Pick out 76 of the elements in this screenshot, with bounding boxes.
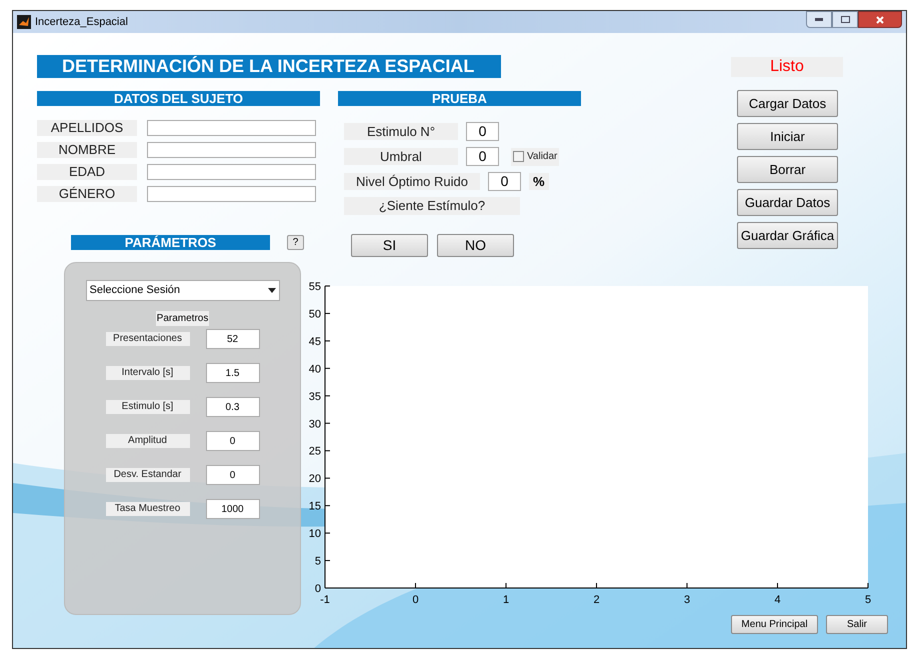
app-logo-icon	[17, 15, 31, 29]
field-label: NOMBRE	[37, 142, 137, 158]
tick-label: 35	[308, 390, 321, 403]
tick-label: 30	[308, 418, 321, 430]
field-label: EDAD	[37, 164, 137, 180]
subheader-label: Parametros	[156, 311, 210, 326]
tick-label: 0	[412, 594, 419, 606]
number-field[interactable]: 0.3	[206, 397, 260, 417]
field-label: Nivel Óptimo Ruido	[344, 173, 480, 190]
tick-label: -1	[320, 594, 330, 606]
tick-label: 20	[308, 473, 321, 486]
number-field[interactable]: 0	[488, 172, 521, 191]
section-header: PRUEBA	[338, 91, 581, 106]
dropdown-value: Seleccione Sesión	[90, 283, 180, 298]
field-label: Estimulo [s]	[106, 400, 190, 414]
caret-icon	[268, 288, 276, 293]
tick-label: 1	[502, 594, 510, 606]
close-button[interactable]	[858, 11, 902, 28]
action-button[interactable]: Iniciar	[737, 123, 838, 150]
tick-label: 15	[308, 500, 321, 513]
checkbox-label: Validar	[527, 150, 558, 164]
maximize-button[interactable]	[832, 11, 858, 28]
text-field[interactable]	[147, 164, 316, 180]
action-button[interactable]: Borrar	[737, 156, 838, 183]
tick-label: 5	[864, 594, 872, 606]
answer-button[interactable]: NO	[437, 234, 514, 257]
text-field[interactable]	[147, 186, 316, 202]
field-label: Amplitud	[106, 434, 190, 448]
tick-label: 5	[314, 556, 321, 568]
field-label: GÉNERO	[37, 186, 137, 202]
question-label: ¿Siente Estímulo?	[344, 197, 520, 215]
action-button[interactable]: Guardar Datos	[737, 189, 838, 216]
field-label: Intervalo [s]	[106, 366, 190, 380]
number-field[interactable]: 1000	[206, 499, 260, 519]
close-icon	[876, 16, 884, 24]
minimize-icon	[815, 18, 823, 21]
footer-button[interactable]: Menu Principal	[731, 615, 818, 634]
action-button[interactable]: Cargar Datos	[737, 90, 838, 117]
field-label: Estimulo N°	[344, 123, 458, 140]
status-label: Listo	[731, 57, 843, 77]
app-heading: DETERMINACIÓN DE LA INCERTEZA ESPACIAL	[37, 55, 501, 78]
tick-label: 10	[308, 528, 321, 540]
unit-label: %	[529, 173, 549, 190]
tick-label: 3	[684, 594, 690, 606]
section-header: DATOS DEL SUJETO	[37, 91, 320, 106]
footer-button[interactable]: Salir	[826, 615, 888, 634]
tick-label: 4	[774, 594, 781, 606]
number-field[interactable]: 0	[206, 465, 260, 485]
action-button[interactable]: Guardar Gráfica	[737, 222, 838, 249]
maximize-icon	[840, 16, 850, 23]
tick-label: 45	[308, 336, 321, 348]
number-field[interactable]: 52	[206, 329, 260, 349]
field-label: Umbral	[344, 148, 458, 165]
tick-label: 50	[308, 308, 321, 320]
help-button[interactable]: ?	[287, 235, 304, 250]
tick-label: 55	[308, 281, 321, 293]
number-field[interactable]: 0	[466, 147, 499, 166]
number-field[interactable]: 0	[206, 431, 260, 451]
number-field[interactable]: 0	[466, 122, 499, 141]
tick-label: 0	[314, 583, 321, 595]
minimize-button[interactable]	[806, 11, 832, 28]
section-header: PARÁMETROS	[71, 235, 270, 250]
field-label: Desv. Estandar	[106, 468, 190, 482]
number-field[interactable]: 1.5	[206, 363, 260, 383]
tick-label: 40	[308, 363, 321, 376]
window-title: Incerteza_Espacial	[35, 14, 128, 30]
checkbox[interactable]	[513, 151, 524, 162]
tick-label: 25	[308, 446, 321, 458]
session-dropdown[interactable]: Seleccione Sesión	[86, 280, 280, 301]
tick-label: 2	[593, 594, 600, 606]
field-label: Tasa Muestreo	[106, 502, 190, 516]
text-field[interactable]	[147, 142, 316, 158]
answer-button[interactable]: SI	[351, 234, 428, 257]
field-label: Presentaciones	[106, 332, 190, 346]
field-label: APELLIDOS	[37, 120, 137, 136]
text-field[interactable]	[147, 120, 316, 136]
